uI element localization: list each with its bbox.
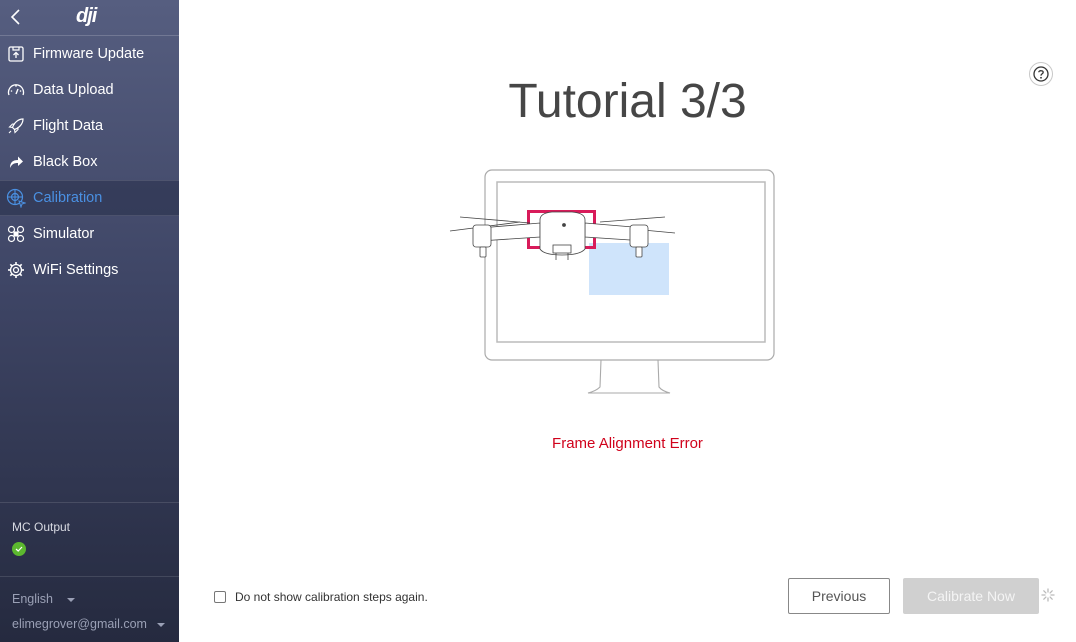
sidebar-item-calibration[interactable]: Calibration xyxy=(0,180,179,216)
sidebar-item-label: Black Box xyxy=(33,154,98,170)
calibration-illustration xyxy=(449,169,775,394)
sidebar-item-label: WiFi Settings xyxy=(33,262,119,278)
sidebar-item-black-box[interactable]: Black Box xyxy=(0,144,179,180)
calibrate-now-button[interactable]: Calibrate Now xyxy=(903,578,1039,614)
sidebar-item-data-upload[interactable]: Data Upload xyxy=(0,72,179,108)
share-arrow-icon xyxy=(6,152,26,172)
dji-logo: dji xyxy=(76,5,97,27)
sidebar-item-wifi-settings[interactable]: WiFi Settings xyxy=(0,252,179,288)
sidebar-item-flight-data[interactable]: Flight Data xyxy=(0,108,179,144)
dont-show-again-option[interactable]: Do not show calibration steps again. xyxy=(214,590,428,604)
account-dropdown-icon[interactable] xyxy=(157,623,165,627)
error-message: Frame Alignment Error xyxy=(552,435,703,452)
gauge-icon xyxy=(6,80,26,100)
mc-output-label: MC Output xyxy=(12,520,71,534)
calibration-target-icon xyxy=(6,188,26,208)
target-alignment-area xyxy=(589,243,669,295)
dont-show-again-checkbox[interactable] xyxy=(214,591,226,603)
rocket-icon xyxy=(6,116,26,136)
drone-icon xyxy=(6,224,26,244)
sidebar-item-label: Flight Data xyxy=(33,118,104,134)
language-select[interactable]: English xyxy=(12,592,53,606)
sidebar-item-label: Data Upload xyxy=(33,82,114,98)
sidebar-item-firmware-update[interactable]: Firmware Update xyxy=(0,36,179,72)
sidebar-header: dji xyxy=(0,0,179,36)
previous-button[interactable]: Previous xyxy=(788,578,890,614)
gear-icon xyxy=(6,260,26,280)
sidebar-item-simulator[interactable]: Simulator xyxy=(0,216,179,252)
sidebar-item-label: Simulator xyxy=(33,226,95,242)
sidebar-item-label: Calibration xyxy=(33,190,103,206)
back-icon[interactable] xyxy=(8,6,22,28)
check-circle-icon xyxy=(12,542,26,556)
loading-spinner-icon xyxy=(1041,588,1055,602)
firmware-update-icon xyxy=(6,44,26,64)
account-select[interactable]: elimegrover@gmail.com xyxy=(12,617,147,631)
sidebar: dji Firmware Update Data Upload Flight D… xyxy=(0,0,179,642)
page-title: Tutorial 3/3 xyxy=(508,75,747,128)
sidebar-item-label: Firmware Update xyxy=(33,46,145,62)
language-dropdown-icon[interactable] xyxy=(67,598,75,602)
drone-image xyxy=(449,211,676,260)
dont-show-again-label: Do not show calibration steps again. xyxy=(235,590,428,604)
mc-output-panel: MC Output xyxy=(0,502,179,577)
